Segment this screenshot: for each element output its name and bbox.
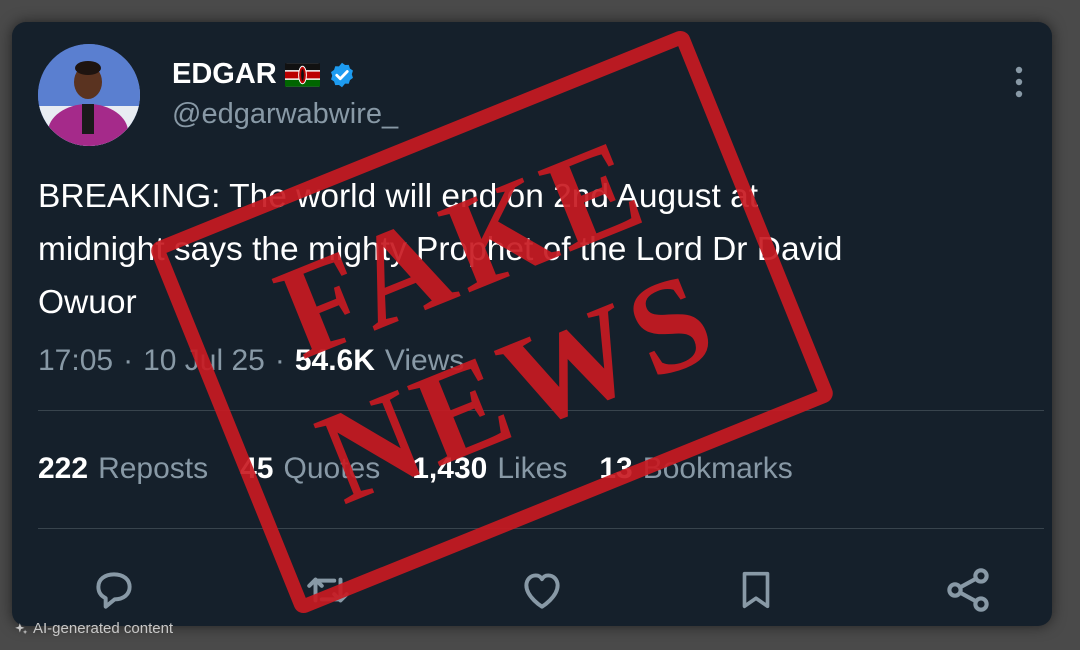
more-vertical-icon[interactable]	[1012, 64, 1026, 100]
tweet-time[interactable]: 17:05	[38, 344, 113, 378]
author-row: EDGAR	[172, 58, 356, 91]
divider	[38, 410, 1044, 411]
tweet-card: EDGAR @edgarwabwire_ BREAKING: The world…	[12, 22, 1052, 626]
views-count: 54.6K	[294, 344, 375, 377]
bookmark-icon	[742, 571, 770, 609]
views-label: Views	[384, 344, 465, 377]
tweet-text-line: Owuor	[38, 284, 137, 321]
action-bar	[12, 562, 1052, 622]
quotes-stat[interactable]: 45 Quotes	[240, 452, 380, 486]
tweet-text-line: midnight says the mighty Prophet of the …	[38, 231, 843, 268]
likes-stat[interactable]: 1,430 Likes	[412, 452, 567, 486]
heart-icon	[524, 573, 560, 609]
reply-button[interactable]	[86, 562, 142, 618]
reposts-stat[interactable]: 222 Reposts	[38, 452, 208, 486]
bookmark-button[interactable]	[728, 562, 784, 618]
quotes-count: 45	[240, 452, 274, 485]
share-button[interactable]	[940, 562, 996, 618]
kenya-flag-icon	[284, 62, 320, 87]
tweet-text: BREAKING: The world will end on 2nd Augu…	[38, 170, 1038, 329]
tweet-date[interactable]: 10 Jul 25	[143, 344, 265, 378]
share-icon	[947, 568, 989, 612]
author-handle[interactable]: @edgarwabwire_	[172, 98, 398, 131]
bookmarks-count: 13	[599, 452, 633, 485]
avatar[interactable]	[38, 44, 140, 146]
ai-generated-label: AI-generated content	[14, 620, 173, 637]
verified-badge-icon	[330, 62, 353, 87]
bookmarks-stat[interactable]: 13 Bookmarks	[599, 452, 792, 486]
quotes-label: Quotes	[283, 452, 381, 485]
meta-separator: ·	[123, 344, 134, 377]
reposts-count: 222	[38, 452, 89, 485]
reposts-label: Reposts	[98, 452, 209, 485]
author-name[interactable]: EDGAR	[172, 58, 277, 91]
engagement-stats: 222 Reposts 45 Quotes 1,430 Likes 13 Bookmar…	[38, 452, 793, 486]
like-button[interactable]	[514, 562, 570, 618]
divider	[38, 528, 1044, 529]
sparkle-icon	[15, 622, 28, 634]
meta-separator: ·	[274, 344, 285, 377]
likes-label: Likes	[497, 452, 568, 485]
reply-icon	[96, 572, 132, 609]
bookmarks-label: Bookmarks	[642, 452, 793, 485]
ai-generated-text: AI-generated content	[33, 620, 174, 637]
avatar-photo	[38, 44, 140, 146]
tweet-meta: 17:05 · 10 Jul 25 · 54.6K Views	[38, 344, 464, 378]
tweet-text-line: BREAKING: The world will end on 2nd Augu…	[38, 178, 759, 215]
likes-count: 1,430	[412, 452, 488, 485]
repost-button[interactable]	[300, 562, 356, 618]
repost-icon	[307, 577, 349, 603]
